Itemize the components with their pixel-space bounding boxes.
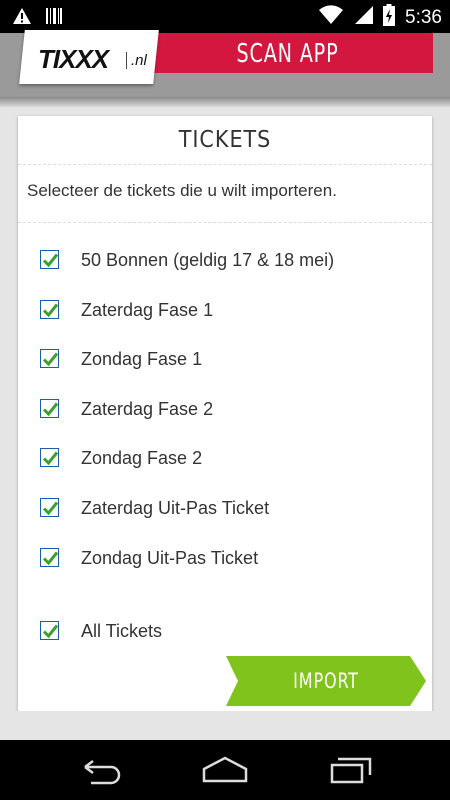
ticket-row[interactable]: 50 Bonnen (geldig 17 & 18 mei)	[18, 239, 432, 281]
ticket-row[interactable]: Zaterdag Uit-Pas Ticket	[18, 487, 432, 529]
ticket-row[interactable]: Zondag Fase 1	[18, 338, 432, 380]
back-icon	[75, 760, 125, 789]
ticket-row[interactable]: Zaterdag Fase 2	[18, 388, 432, 430]
ticket-row[interactable]: Zondag Fase 2	[18, 437, 432, 479]
ticket-label: Zondag Uit-Pas Ticket	[81, 548, 259, 568]
ticket-row[interactable]: Zondag Uit-Pas Ticket	[18, 537, 432, 579]
divider	[18, 164, 432, 165]
ticket-label: Zondag Fase 2	[81, 448, 203, 468]
ticket-row[interactable]: Zaterdag Fase 1	[18, 289, 432, 331]
barcode-icon	[46, 7, 62, 30]
ticket-checkbox[interactable]	[40, 399, 59, 418]
card-title: TICKETS	[178, 127, 272, 153]
divider	[18, 222, 432, 223]
ticket-checkbox[interactable]	[40, 349, 59, 368]
home-button[interactable]	[200, 755, 250, 785]
signal-icon	[353, 5, 374, 30]
ticket-checkbox[interactable]	[40, 548, 59, 567]
ticket-label: 50 Bonnen (geldig 17 & 18 mei)	[81, 250, 335, 270]
all-tickets-checkbox[interactable]	[40, 621, 59, 640]
import-label: IMPORT	[293, 669, 359, 693]
ticket-checkbox[interactable]	[40, 250, 59, 269]
status-bar: 5:36	[0, 0, 450, 33]
instruction-text: Selecteer de tickets die u wilt importer…	[27, 181, 337, 200]
battery-charging-icon	[383, 4, 396, 31]
import-button[interactable]: IMPORT	[226, 656, 426, 706]
app-title: SCAN APP	[236, 39, 339, 69]
back-button[interactable]	[75, 755, 125, 785]
ticket-checkbox[interactable]	[40, 498, 59, 517]
logo-text: TIXXX	[38, 44, 109, 74]
ticket-label: Zaterdag Fase 2	[81, 399, 214, 419]
ticket-label: Zondag Fase 1	[81, 349, 203, 369]
bottom-strip	[0, 711, 450, 740]
recent-apps-button[interactable]	[326, 755, 376, 785]
home-icon	[200, 756, 250, 789]
clock: 5:36	[405, 6, 442, 28]
logo-suffix: .nl	[126, 52, 147, 69]
ticket-checkbox[interactable]	[40, 448, 59, 467]
all-tickets-label: All Tickets	[81, 621, 163, 641]
wifi-icon	[319, 5, 344, 30]
header-shadow	[0, 97, 450, 107]
ticket-checkbox[interactable]	[40, 300, 59, 319]
all-tickets-row[interactable]: All Tickets	[18, 610, 432, 652]
warning-icon	[12, 7, 32, 30]
ticket-label: Zaterdag Fase 1	[81, 300, 214, 320]
ticket-label: Zaterdag Uit-Pas Ticket	[81, 498, 270, 518]
recent-apps-icon	[326, 757, 376, 789]
navigation-bar	[0, 740, 450, 800]
